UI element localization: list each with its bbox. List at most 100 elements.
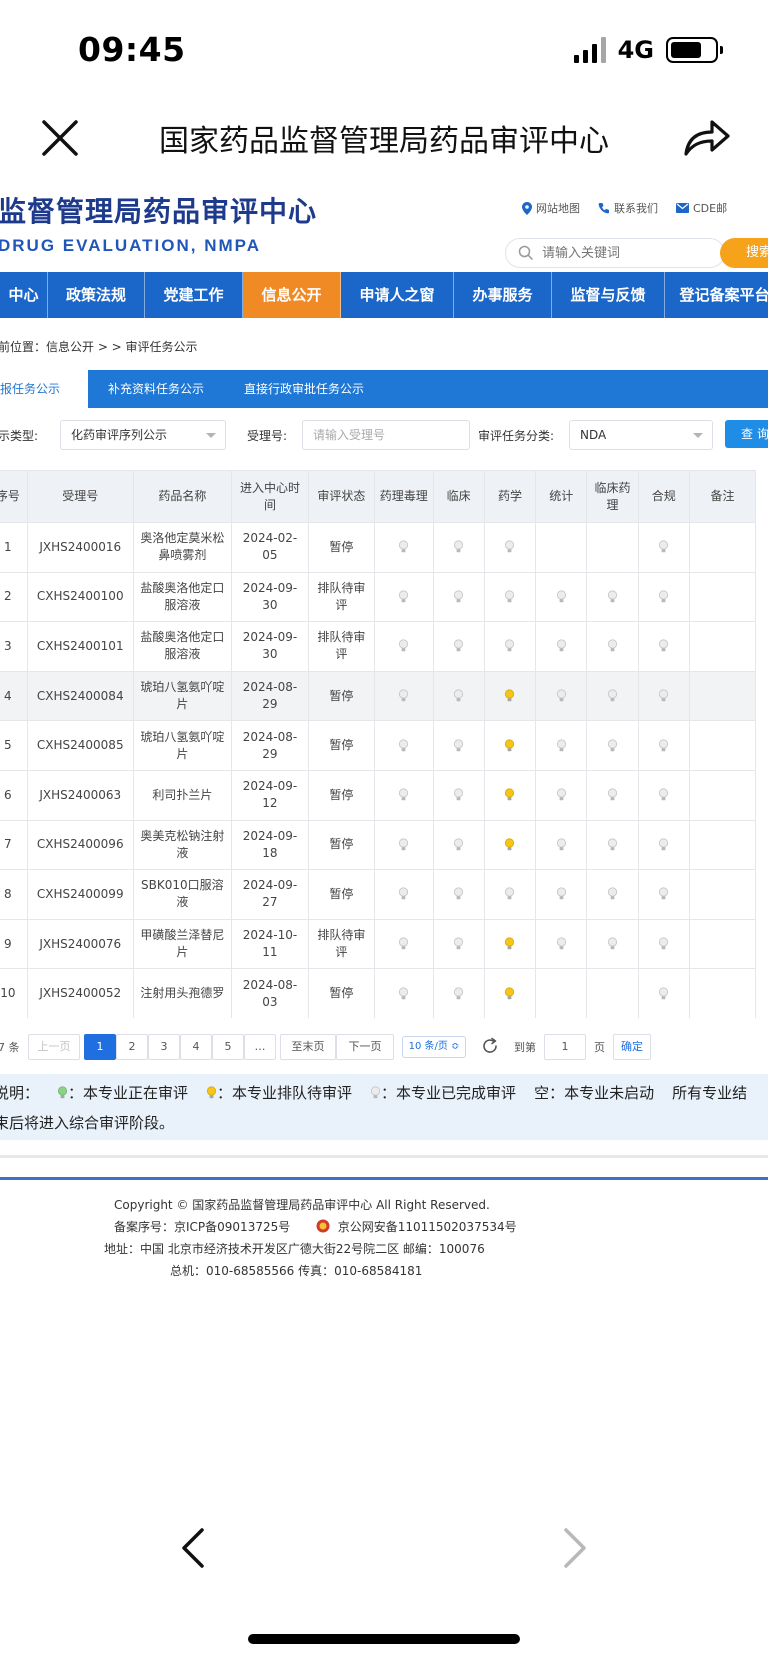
table-row[interactable]: 9 JXHS2400076 甲磺酸兰泽替尼片 2024-10-11 排队待审评	[0, 918, 757, 970]
table-row[interactable]: 7 CXHS2400096 奥美克松钠注射液 2024-09-18 暂停	[0, 819, 757, 871]
page-4[interactable]: 4	[180, 1034, 212, 1060]
contact-link[interactable]: 联系我们	[598, 200, 658, 216]
bulb-done-icon	[454, 987, 464, 999]
table-row[interactable]: 8 CXHS2400099 SBK010口服溶液 2024-09-27 暂停	[0, 869, 757, 920]
bulb-done-icon	[556, 887, 566, 900]
cell-clinical-status	[432, 918, 485, 970]
next-page-button[interactable]: 下一页	[336, 1034, 394, 1060]
police-record[interactable]: 京公网安备11011502037534号	[338, 1220, 517, 1234]
category-label: 审评任务分类:	[478, 429, 555, 443]
bulb-queued-icon	[206, 1085, 217, 1098]
cde-mail-link[interactable]: CDE邮	[676, 200, 727, 216]
bulb-done-icon	[556, 590, 566, 603]
goto-page-input[interactable]: 1	[544, 1034, 586, 1060]
cell-compliance-status	[637, 918, 690, 970]
accept-number-input[interactable]: 请输入受理号	[302, 420, 470, 450]
cell-tox-status	[373, 769, 434, 821]
cell-id: CXHS2400085	[26, 720, 134, 771]
legend-line-2: 束后将进入综合审评阶段。	[0, 1114, 175, 1132]
bulb-done-icon	[556, 739, 566, 751]
cell-clinical-status	[432, 571, 485, 623]
goto-confirm-button[interactable]: 确定	[613, 1034, 651, 1060]
site-search-input[interactable]	[542, 245, 702, 261]
cell-stat-status	[535, 720, 588, 771]
column-header: 药品名称	[132, 470, 232, 523]
cell-tox-status	[373, 670, 434, 722]
nav-item-center[interactable]: 中心	[0, 272, 48, 318]
bulb-done-icon	[556, 639, 566, 652]
search-icon	[518, 245, 534, 261]
battery-icon	[666, 37, 723, 63]
cell-clinical-status	[432, 522, 485, 573]
cell-stat-status	[535, 621, 588, 672]
site-search-box[interactable]	[505, 238, 725, 268]
column-header: 药学	[483, 470, 537, 523]
cell-stat-status	[535, 769, 588, 821]
home-indicator[interactable]	[248, 1634, 520, 1644]
bulb-done-icon	[607, 937, 618, 950]
cell-name: 注射用头孢德罗	[132, 968, 232, 1018]
type-select[interactable]: 化药审评序列公示	[60, 420, 226, 450]
filter-bar: 示类型: 化药审评序列公示 受理号: 请输入受理号 审评任务分类: NDA 查询	[0, 420, 768, 450]
last-page-button[interactable]: 至末页	[280, 1034, 336, 1060]
query-button[interactable]: 查询	[725, 420, 768, 448]
cell-status: 暂停	[307, 769, 375, 821]
cell-pharm-status	[483, 769, 537, 821]
cell-clinical-status	[432, 670, 485, 722]
category-select[interactable]: NDA	[569, 420, 713, 450]
bulb-done-icon	[607, 838, 618, 851]
bulb-done-icon	[399, 838, 409, 851]
nav-item-services[interactable]: 办事服务	[454, 272, 552, 318]
nav-item-applicant[interactable]: 申请人之窗	[341, 272, 454, 318]
page-3[interactable]: 3	[148, 1034, 180, 1060]
site-search-button[interactable]: 搜索	[720, 238, 768, 268]
page-1[interactable]: 1	[84, 1034, 116, 1060]
sitemap-link[interactable]: 网站地图	[522, 200, 580, 216]
share-icon[interactable]	[680, 114, 732, 162]
nav-item-info-disclosure[interactable]: 信息公开	[243, 272, 341, 318]
cell-id: JXHS2400052	[26, 968, 134, 1018]
legend-line-1: 说明： ：本专业正在审评 ：本专业排队待审评 ：本专业已完成审评 空：本专业未启…	[0, 1082, 747, 1103]
cell-name: 盐酸奥洛他定口服溶液	[132, 621, 232, 672]
close-icon[interactable]	[36, 114, 84, 162]
cell-date: 2024-09-18	[230, 819, 309, 871]
bulb-in-progress-icon	[57, 1085, 68, 1098]
cell-pharm-status	[483, 968, 537, 1018]
cell-status: 暂停	[307, 968, 375, 1018]
cell-id: JXHS2400016	[26, 522, 134, 573]
refresh-icon[interactable]	[480, 1036, 500, 1056]
forward-arrow-icon[interactable]	[560, 1526, 590, 1570]
bulb-queued-icon	[505, 739, 515, 751]
cell-date: 2024-09-12	[230, 769, 309, 821]
back-arrow-icon[interactable]	[178, 1526, 208, 1570]
cell-tox-status	[373, 621, 434, 672]
nav-item-party[interactable]: 党建工作	[145, 272, 243, 318]
page-2[interactable]: 2	[116, 1034, 148, 1060]
breadcrumb: 前位置：信息公开 > > 审评任务公示	[0, 340, 198, 354]
bulb-done-icon	[659, 540, 669, 553]
total-count: 7 条	[0, 1041, 20, 1054]
tab-direct-approval-tasks[interactable]: 直接行政审批任务公示	[224, 370, 384, 408]
page-5[interactable]: 5	[212, 1034, 244, 1060]
table-row[interactable]: 6 JXHS2400063 利司扑兰片 2024-09-12 暂停	[0, 769, 757, 821]
table-row[interactable]: 3 CXHS2400101 盐酸奥洛他定口服溶液 2024-09-30 排队待审评	[0, 621, 757, 672]
nav-item-policy[interactable]: 政策法规	[48, 272, 145, 318]
table-row[interactable]: 1 JXHS2400016 奥洛他定莫米松鼻喷雾剂 2024-02-05 暂停	[0, 522, 757, 573]
table-row[interactable]: 2 CXHS2400100 盐酸奥洛他定口服溶液 2024-09-30 排队待审评	[0, 571, 757, 623]
page-size-select[interactable]: 10 条/页 ≎	[402, 1036, 466, 1058]
table-row[interactable]: 4 CXHS2400084 琥珀八氢氨吖啶片 2024-08-29 暂停	[0, 670, 757, 722]
tab-application-tasks[interactable]: 报任务公示	[0, 370, 88, 408]
nav-item-feedback[interactable]: 监督与反馈	[552, 272, 665, 318]
bulb-done-icon	[659, 590, 669, 603]
icp-record[interactable]: 备案序号：京ICP备09013725号	[114, 1220, 290, 1234]
table-row[interactable]: 10 JXHS2400052 注射用头孢德罗 2024-08-03 暂停	[0, 968, 757, 1018]
prev-page-button[interactable]: 上一页	[28, 1034, 80, 1060]
page-ellipsis[interactable]: …	[244, 1034, 276, 1060]
tab-supplement-tasks[interactable]: 补充资料任务公示	[88, 370, 224, 408]
bulb-done-icon	[659, 937, 669, 950]
cell-clinpharm-status	[586, 720, 639, 771]
nav-item-registration[interactable]: 登记备案平台	[665, 272, 768, 318]
top-links: 网站地图 联系我们 CDE邮	[522, 200, 727, 216]
table-row[interactable]: 5 CXHS2400085 琥珀八氢氨吖啶片 2024-08-29 暂停	[0, 720, 757, 771]
cell-pharm-status	[483, 571, 537, 623]
